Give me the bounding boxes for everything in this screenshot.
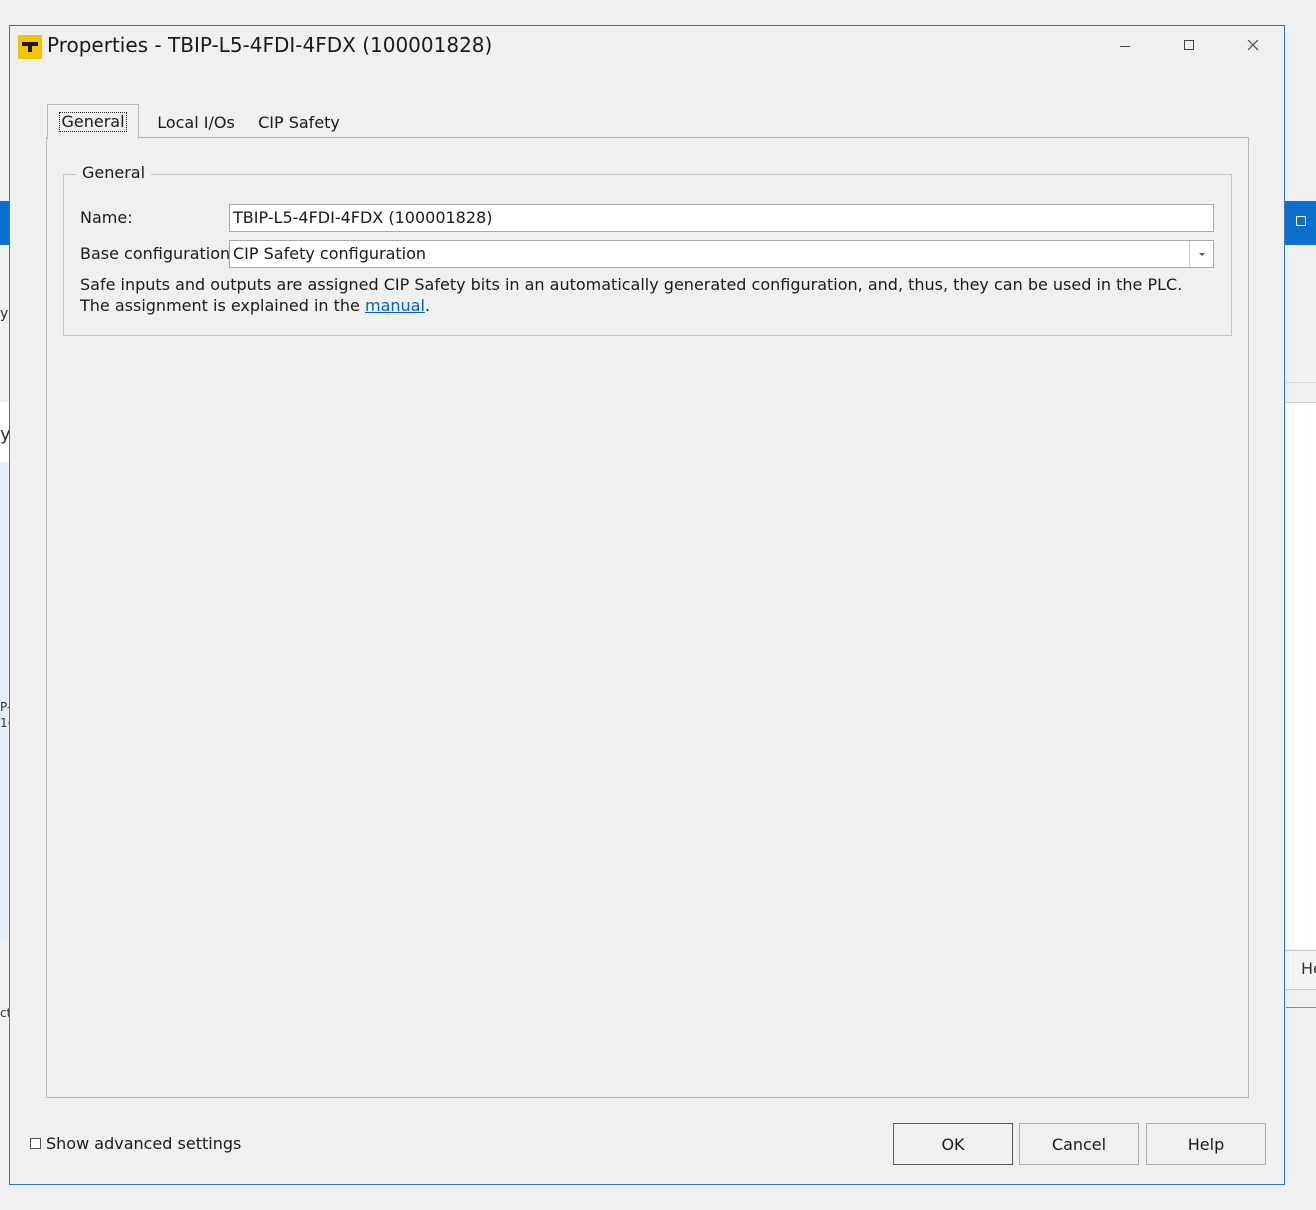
close-icon <box>1247 39 1259 51</box>
properties-dialog: Properties - TBIP-L5-4FDI-4FDX (10000182… <box>9 25 1285 1185</box>
title-bar[interactable]: Properties - TBIP-L5-4FDI-4FDX (10000182… <box>10 26 1284 66</box>
minimize-icon <box>1120 45 1130 47</box>
show-advanced-label: Show advanced settings <box>46 1134 242 1153</box>
tab-label: General <box>59 112 127 132</box>
manual-link[interactable]: manual <box>365 296 425 315</box>
app-logo-icon <box>18 35 42 59</box>
description-text-end: . <box>424 296 430 315</box>
tab-general[interactable]: General <box>47 104 139 139</box>
close-button[interactable] <box>1230 28 1276 62</box>
group-title: General <box>76 163 152 182</box>
cancel-button[interactable]: Cancel <box>1019 1123 1139 1165</box>
base-configuration-label: Base configuration: <box>80 244 236 263</box>
name-label: Name: <box>80 208 133 227</box>
tab-local-ios[interactable]: Local I/Os <box>144 106 248 138</box>
selected-value: CIP Safety configuration <box>233 244 427 263</box>
tab-page-general: General Name: TBIP-L5-4FDI-4FDX (1000018… <box>46 137 1249 1098</box>
general-groupbox: General Name: TBIP-L5-4FDI-4FDX (1000018… <box>63 163 1232 336</box>
name-field[interactable]: TBIP-L5-4FDI-4FDX (100001828) <box>229 204 1214 232</box>
background-divider <box>1286 1007 1316 1008</box>
maximize-icon <box>1296 216 1306 226</box>
base-configuration-select[interactable]: CIP Safety configuration <box>229 240 1214 268</box>
tab-cip-safety[interactable]: CIP Safety <box>252 106 346 138</box>
dropdown-button[interactable] <box>1189 241 1213 267</box>
background-text: y <box>0 306 9 322</box>
dialog-title: Properties - TBIP-L5-4FDI-4FDX (10000182… <box>47 33 493 57</box>
maximize-icon <box>1184 40 1194 50</box>
background-divider <box>1286 382 1316 383</box>
description-text: Safe inputs and outputs are assigned CIP… <box>80 274 1200 316</box>
background-text: He <box>1301 959 1316 978</box>
tab-label: CIP Safety <box>258 112 340 132</box>
description-text-body: Safe inputs and outputs are assigned CIP… <box>80 275 1183 315</box>
show-advanced-checkbox[interactable] <box>30 1138 41 1149</box>
tab-label: Local I/Os <box>157 112 235 132</box>
background-panel-right <box>1286 402 1316 949</box>
background-header-right <box>1284 201 1316 245</box>
ok-button[interactable]: OK <box>893 1123 1013 1165</box>
help-button[interactable]: Help <box>1146 1123 1266 1165</box>
chevron-down-icon <box>1198 252 1205 256</box>
maximize-button[interactable] <box>1166 28 1212 62</box>
minimize-button[interactable] <box>1102 28 1148 62</box>
show-advanced-settings[interactable]: Show advanced settings <box>30 1134 241 1153</box>
